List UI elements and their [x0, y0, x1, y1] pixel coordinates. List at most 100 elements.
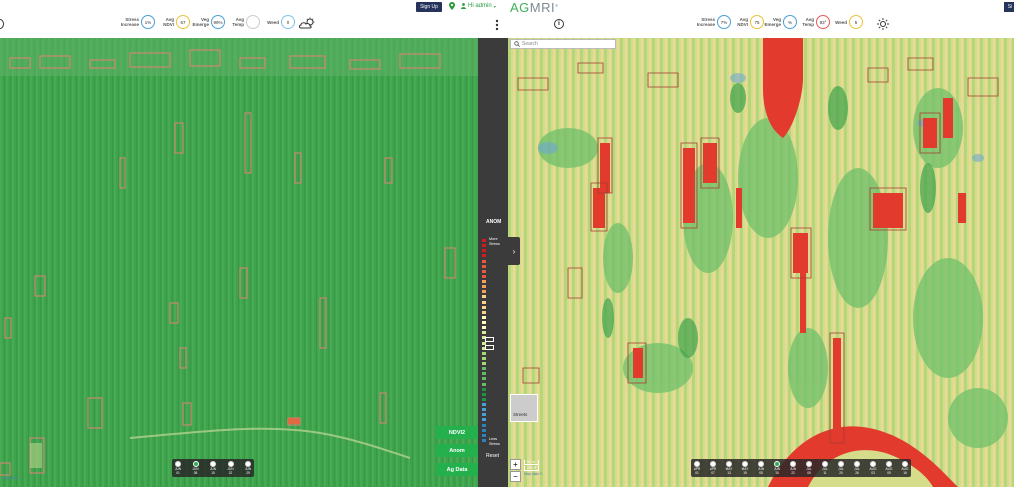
ndvi2-button[interactable]: NDVI2 [436, 426, 478, 439]
stat-avg-ndvi[interactable]: Avg NDVI 67 [152, 15, 190, 29]
stat-label: Veg Emerge [192, 17, 209, 27]
legend-segment [482, 321, 486, 325]
timeline-date-label: JUN 15 [209, 467, 217, 475]
legend-segment [482, 377, 486, 381]
stat-label: Avg Temp [802, 17, 814, 27]
timeline-date-label: MAY 13 [725, 467, 733, 475]
timeline-date-label: AUG 09 [885, 467, 893, 475]
expand-panel-button[interactable]: › [508, 237, 520, 265]
stat-label: Avg NDVI [163, 17, 174, 27]
left-map-imagery [0, 38, 478, 487]
timeline-date-label: JUL 11 [822, 467, 828, 475]
legend-reset-button[interactable]: Reset [486, 453, 499, 459]
legend-segment [482, 315, 486, 319]
legend-segment [482, 423, 486, 427]
stat-value: 0 [281, 15, 295, 29]
user-label: Hi admin [468, 3, 492, 9]
legend-segment [482, 249, 486, 253]
legend-segment [482, 300, 486, 304]
legend-segment [482, 326, 486, 330]
legend-segment [482, 413, 486, 417]
timeline-date-label: JUN 22 [789, 467, 797, 475]
sign-up-button-right[interactable]: Si [1004, 2, 1014, 12]
sign-up-button[interactable]: Sign Up [416, 2, 442, 12]
legend-more-stress: More Stress [489, 237, 500, 246]
legend-range-handle-bottom[interactable] [485, 345, 494, 350]
stat-stress-increase[interactable]: Stress Increase 1% [117, 15, 155, 29]
zoom-in-button[interactable]: + [510, 459, 521, 470]
user-menu[interactable]: Hi admin ▾ [461, 3, 496, 9]
legend-segment [482, 280, 486, 284]
right-map-attribution[interactable]: Map data © [524, 472, 542, 476]
legend-segment [482, 408, 486, 412]
timeline-date-label: JUN 22 [227, 467, 234, 475]
search-input[interactable]: Search [510, 39, 616, 49]
timeline-date-label: MAY 19 [741, 467, 749, 475]
left-map-attribution[interactable]: Map data © [2, 476, 20, 480]
stat-label: Weed [267, 19, 279, 25]
sun-icon [877, 18, 889, 30]
timeline-date-label: APR 07 [709, 467, 717, 475]
streets-basemap-toggle[interactable]: Streets [510, 394, 538, 422]
legend-segment [482, 310, 486, 314]
timeline-date-label: JUL 26 [854, 467, 860, 475]
legend-segment [482, 244, 486, 248]
legend-segment [482, 239, 486, 243]
stat-label: Avg Temp [232, 17, 244, 27]
left-field-map[interactable]: Map data © [0, 38, 478, 487]
timeline-date-label: JUN 01 [174, 467, 182, 475]
legend-segment [482, 438, 486, 442]
agmri-logo: AGMRI® [510, 0, 559, 15]
map-scale: 50 m 200 ft [524, 460, 539, 472]
search-icon [514, 41, 520, 47]
stat-weed[interactable]: Weed 5 [825, 15, 863, 29]
stat-label: Stress Increase [120, 17, 139, 27]
info-icon[interactable]: i [554, 19, 564, 29]
chevron-right-icon: › [512, 246, 516, 256]
search-placeholder: Search [522, 41, 538, 47]
stat-weed[interactable]: Weed 0 [257, 15, 295, 29]
legend-segment [482, 295, 486, 299]
timeline-date-label: AUG 16 [901, 467, 909, 475]
legend-segment [482, 264, 486, 268]
stat-value: 5 [849, 15, 863, 29]
chevron-down-icon: ▾ [493, 3, 496, 9]
legend-segment [482, 367, 486, 371]
timeline-date-label: JUN 15 [773, 467, 781, 475]
legend-segment [482, 290, 486, 294]
zoom-out-button[interactable]: − [510, 471, 521, 482]
legend-segment [482, 433, 486, 437]
stat-veg-emerge[interactable]: Veg Emerge 99% [187, 15, 225, 29]
stat-avg-temp[interactable]: Avg Temp [222, 15, 260, 29]
timeline-date-label: APR 01 [693, 467, 701, 475]
timeline-date-label: JUN 05 [757, 467, 765, 475]
stat-label: Veg Emerge [764, 17, 781, 27]
anom-button[interactable]: Anom [436, 444, 478, 457]
right-field-map[interactable]: Map data © [508, 38, 1014, 487]
timeline-date-label: JUL 05 [806, 467, 812, 475]
stat-label: Weed [835, 19, 847, 25]
partly-cloudy-icon [299, 17, 315, 29]
timeline-date-label: AUG 03 [869, 467, 877, 475]
legend-segment [482, 372, 486, 376]
legend-segment [482, 254, 486, 258]
legend-segment [482, 305, 486, 309]
legend-title: ANOM [486, 219, 502, 225]
legend-segment [482, 285, 486, 289]
timeline-date-label: JUN 08 [192, 467, 199, 475]
timeline-date-label: JUN 29 [244, 467, 252, 475]
legend-segment [482, 356, 486, 360]
legend-segment [482, 418, 486, 422]
legend-range-handle-top[interactable] [485, 337, 494, 342]
more-options-icon[interactable] [495, 19, 499, 31]
legend-segment [482, 397, 486, 401]
ag-data-button[interactable]: Ag Data [436, 463, 478, 476]
legend-segment [482, 387, 486, 391]
legend-segment [482, 331, 486, 335]
right-map-imagery [508, 38, 1014, 487]
left-date-timeline: JUN 01 JUN 08 JUN 15 JUN 22 JUN 29 [172, 459, 254, 477]
legend-segment [482, 382, 486, 386]
legend-segment [482, 428, 486, 432]
legend-segment [482, 362, 486, 366]
location-pin-icon[interactable] [449, 2, 455, 10]
